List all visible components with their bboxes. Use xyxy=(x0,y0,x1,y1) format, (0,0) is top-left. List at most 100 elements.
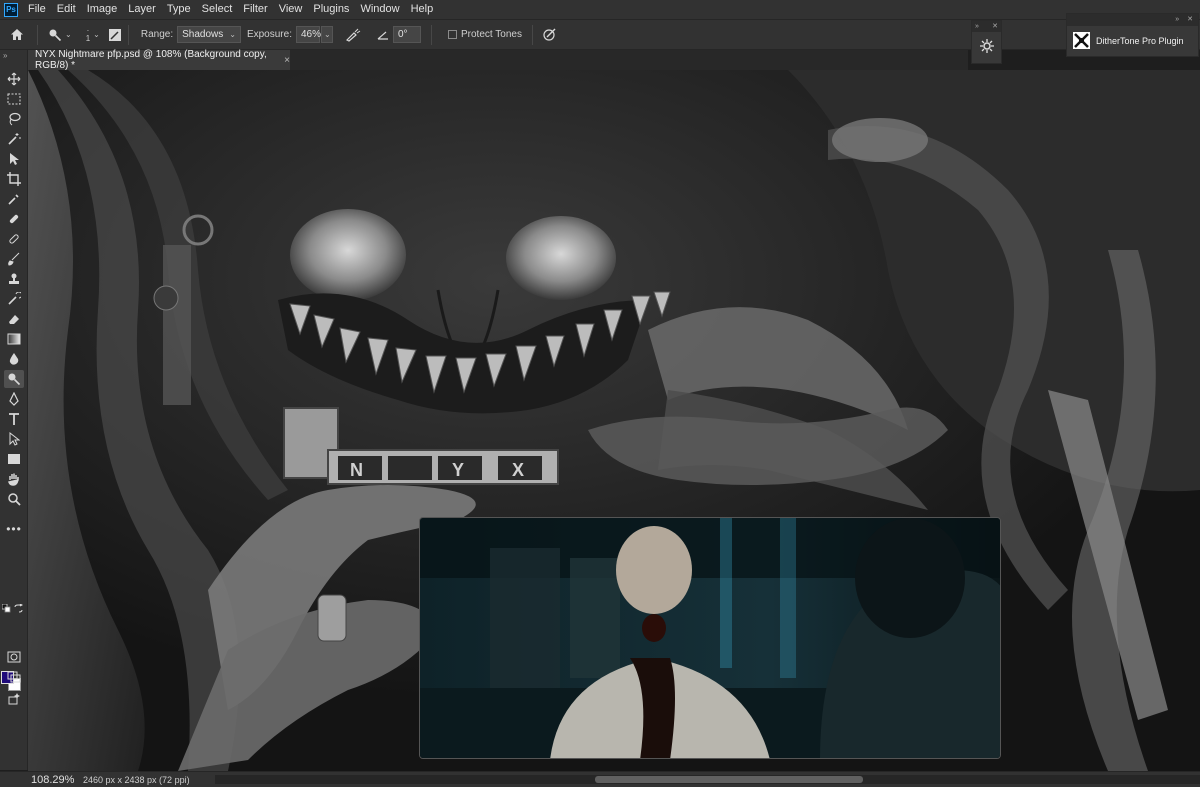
default-colors-icon xyxy=(1,603,10,612)
eyedropper-icon xyxy=(8,194,19,205)
document-tab[interactable]: NYX Nightmare pfp.psd @ 108% (Background… xyxy=(28,49,290,71)
menu-edit[interactable]: Edit xyxy=(53,0,83,19)
swap-arrows-icon xyxy=(14,603,23,612)
default-colors-button[interactable] xyxy=(1,603,11,613)
quick-mask-button[interactable] xyxy=(4,648,24,666)
angle-field-group: 0° xyxy=(377,26,421,43)
range-label: Range: xyxy=(140,29,174,40)
menu-select[interactable]: Select xyxy=(198,0,240,19)
gear-icon xyxy=(980,39,994,53)
eraser-icon xyxy=(9,315,19,324)
screen-mode-icon xyxy=(7,671,21,683)
nameplate-letter-x: X xyxy=(512,460,524,480)
magic-wand-tool[interactable] xyxy=(4,130,24,148)
document-tab-title: NYX Nightmare pfp.psd @ 108% (Background… xyxy=(35,49,267,71)
document-canvas[interactable]: N Y X xyxy=(28,70,1200,771)
eraser-tool[interactable] xyxy=(4,310,24,328)
edit-toolbar-button[interactable]: ••• xyxy=(4,520,24,538)
spot-healing-tool[interactable] xyxy=(4,210,24,228)
gradient-icon xyxy=(7,333,21,345)
close-icon[interactable]: ✕ xyxy=(1187,14,1193,26)
menu-image[interactable]: Image xyxy=(83,0,125,19)
lasso-tool[interactable] xyxy=(4,110,24,128)
home-icon xyxy=(11,29,23,40)
angle-input[interactable]: 0° xyxy=(392,26,421,43)
menu-filter[interactable]: Filter xyxy=(239,0,274,19)
close-icon[interactable]: ✕ xyxy=(992,21,998,32)
chevron-down-icon: ⌄ xyxy=(65,30,72,39)
type-tool[interactable] xyxy=(4,410,24,428)
menu-file[interactable]: File xyxy=(24,0,53,19)
menu-plugins[interactable]: Plugins xyxy=(309,0,356,19)
path-selection-tool[interactable] xyxy=(4,430,24,448)
home-button[interactable] xyxy=(3,24,31,46)
airbrush-icon xyxy=(345,28,361,42)
crop-tool[interactable] xyxy=(4,170,24,188)
photoshop-logo-icon: Ps xyxy=(4,2,18,17)
menu-layer[interactable]: Layer xyxy=(124,0,163,19)
panel-toggle-button[interactable] xyxy=(979,38,995,57)
brush-size-picker[interactable]: · 1 ⌄ xyxy=(86,26,100,43)
pressure-toggle[interactable] xyxy=(543,28,557,42)
marquee-tool[interactable] xyxy=(4,90,24,108)
plugin-name: DitherTone Pro Plugin xyxy=(1096,35,1184,46)
range-select[interactable]: Shadows ⌄ xyxy=(177,26,241,43)
zoom-tool[interactable] xyxy=(4,490,24,508)
rectangle-tool[interactable] xyxy=(4,450,24,468)
rectangle-icon xyxy=(8,454,20,464)
brush-tool[interactable] xyxy=(4,250,24,268)
menu-window[interactable]: Window xyxy=(356,0,406,19)
expand-arrows-icon[interactable]: » xyxy=(975,21,979,32)
brush-settings-button[interactable] xyxy=(108,28,122,42)
history-brush-icon xyxy=(8,292,21,305)
exposure-slider-button[interactable]: ⌄ xyxy=(320,26,333,43)
bandage-icon xyxy=(9,214,19,224)
hand-tool[interactable] xyxy=(4,470,24,488)
blur-tool[interactable] xyxy=(4,350,24,368)
status-bar: 108.29% 2460 px x 2438 px (72 ppi) › xyxy=(0,771,1200,787)
exposure-input[interactable]: 46% xyxy=(295,26,321,43)
menu-view[interactable]: View xyxy=(275,0,310,19)
collapsed-panel: » ✕ xyxy=(971,20,1002,64)
exposure-value: 46% xyxy=(300,29,321,40)
pen-tool[interactable] xyxy=(4,390,24,408)
horizontal-scrollbar[interactable] xyxy=(215,775,1200,784)
move-tool[interactable] xyxy=(4,70,24,88)
expand-arrows-icon[interactable]: » xyxy=(1175,14,1179,26)
options-divider xyxy=(430,24,432,45)
options-divider xyxy=(531,24,533,45)
menu-type[interactable]: Type xyxy=(163,0,198,19)
document-info: 2460 px x 2438 px (72 ppi) xyxy=(83,774,190,785)
tool-preset-picker[interactable]: ⌄ xyxy=(48,28,72,42)
zoom-icon xyxy=(8,493,21,506)
close-icon[interactable]: × xyxy=(284,55,290,66)
chevron-down-icon: ⌄ xyxy=(93,30,100,39)
healing-brush-tool[interactable] xyxy=(4,230,24,248)
stamp-icon xyxy=(9,273,19,284)
protect-tones-checkbox[interactable] xyxy=(447,30,457,39)
airbrush-toggle[interactable] xyxy=(345,28,361,42)
history-brush-tool[interactable] xyxy=(4,290,24,308)
move-icon xyxy=(7,72,21,86)
options-bar: ⌄ · 1 ⌄ Range: Shadows ⌄ Exposure: 46% ⌄… xyxy=(0,19,1200,50)
collapse-arrows-icon[interactable]: » xyxy=(3,51,7,60)
gradient-tool[interactable] xyxy=(4,330,24,348)
horizontal-scrollbar-thumb[interactable] xyxy=(595,776,863,783)
eyedropper-tool[interactable] xyxy=(4,190,24,208)
exposure-label: Exposure: xyxy=(246,29,292,40)
hand-icon xyxy=(8,473,19,486)
plugin-launch-button[interactable]: DitherTone Pro Plugin xyxy=(1067,26,1198,55)
lasso-icon xyxy=(9,112,21,126)
screen-mode-button[interactable] xyxy=(4,668,24,686)
zoom-level-field[interactable]: 108.29% xyxy=(31,774,74,786)
more-icon: ••• xyxy=(6,522,22,536)
selection-tool[interactable] xyxy=(4,150,24,168)
menu-help[interactable]: Help xyxy=(407,0,441,19)
clone-stamp-tool[interactable] xyxy=(4,270,24,288)
quick-mask-icon xyxy=(7,651,21,663)
swap-colors-button[interactable] xyxy=(13,603,23,613)
generative-fill-button[interactable] xyxy=(4,690,24,708)
arrow-pointer-icon xyxy=(10,153,19,165)
crop-icon xyxy=(7,172,21,186)
dodge-tool[interactable] xyxy=(4,370,24,388)
